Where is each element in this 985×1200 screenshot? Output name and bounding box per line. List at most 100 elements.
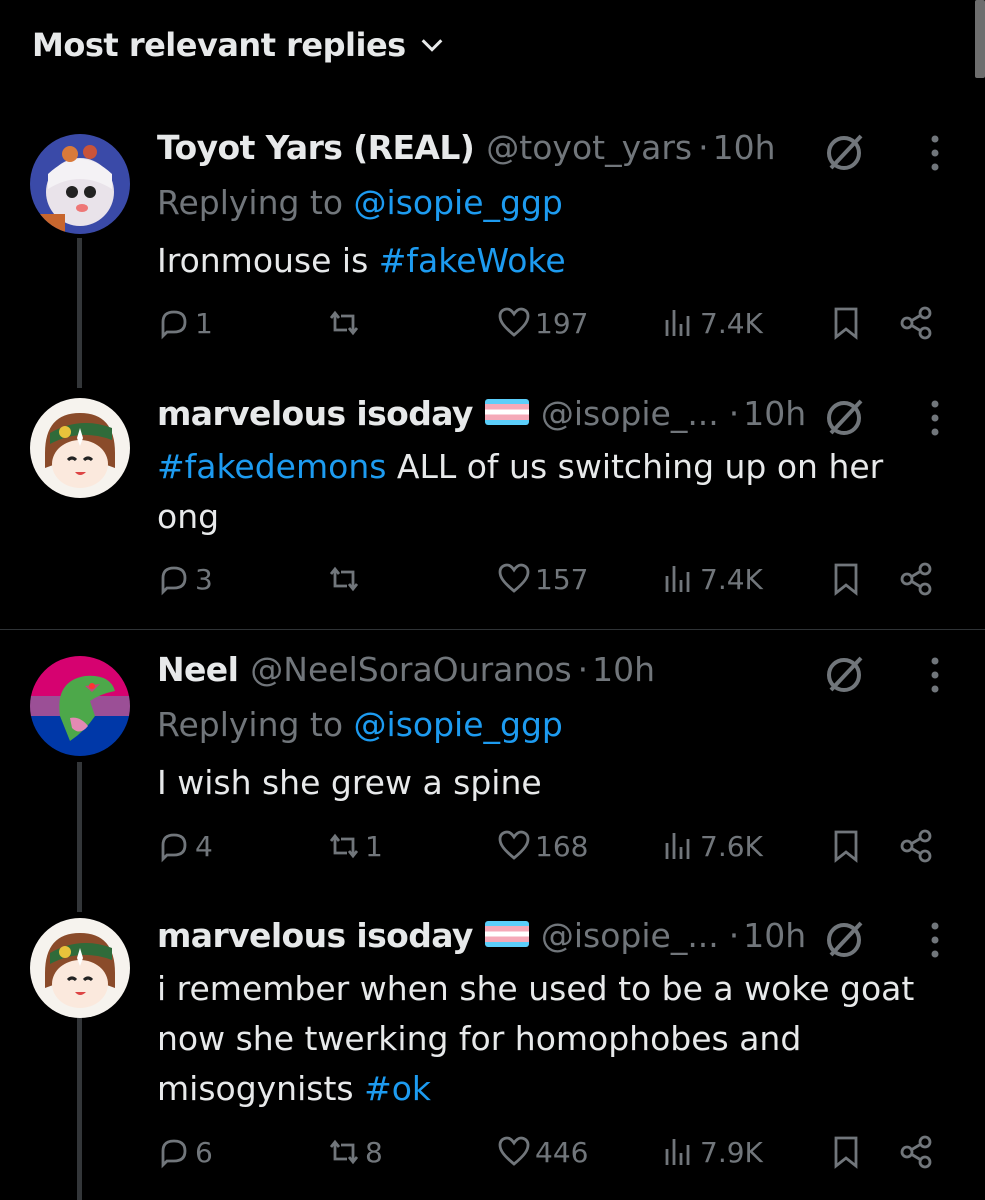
user-handle[interactable]: @NeelSoraOuranos (250, 650, 571, 689)
more-options-icon[interactable] (929, 133, 941, 173)
thread-connector (77, 762, 82, 912)
timestamp[interactable]: 10h (743, 394, 806, 433)
grok-icon[interactable] (823, 652, 867, 696)
share-button[interactable] (899, 562, 933, 596)
reply-button[interactable]: 1 (157, 306, 213, 340)
reply-count: 6 (195, 1135, 213, 1169)
more-options-icon[interactable] (929, 920, 941, 960)
view-count: 7.4K (700, 306, 763, 340)
heart-icon (498, 307, 530, 337)
separator-dot: · (728, 916, 740, 955)
hashtag-link[interactable]: #ok (364, 1069, 431, 1108)
hashtag-link[interactable]: #fakedemons (157, 447, 386, 486)
display-name[interactable]: marvelous isoday (157, 394, 473, 433)
views-button[interactable]: 7.4K (662, 306, 763, 340)
views-button[interactable]: 7.9K (662, 1135, 763, 1169)
views-chart-icon (665, 566, 690, 592)
repost-count: 1 (365, 829, 383, 863)
repost-button[interactable] (327, 562, 365, 596)
user-handle[interactable]: @isopie_... (541, 394, 719, 433)
sort-replies-dropdown[interactable]: Most relevant replies (32, 26, 446, 64)
repost-button[interactable] (327, 306, 365, 340)
heart-icon (498, 830, 530, 860)
user-handle[interactable]: @toyot_yars (486, 128, 692, 167)
reply-text: i remember when she used to be a woke go… (157, 964, 947, 1114)
grok-icon[interactable] (823, 130, 867, 174)
replying-mention[interactable]: @isopie_ggp (354, 705, 563, 744)
display-name[interactable]: Neel (157, 650, 239, 689)
share-button[interactable] (899, 829, 933, 863)
reply-header: Toyot Yars (REAL) @toyot_yars · 10h (157, 128, 865, 167)
more-options-icon[interactable] (929, 398, 941, 438)
more-options-icon[interactable] (929, 655, 941, 695)
action-bar: 1 197 7.4K (157, 306, 947, 350)
reply-text: #fakedemons ALL of us switching up on he… (157, 442, 947, 542)
share-icon (900, 306, 932, 340)
views-chart-icon (665, 310, 690, 336)
display-name[interactable]: marvelous isoday (157, 916, 473, 955)
heart-icon (498, 563, 530, 593)
share-icon (900, 829, 932, 863)
view-count: 7.4K (700, 562, 763, 596)
bookmark-button[interactable] (829, 1135, 863, 1169)
separator-dot: · (698, 128, 709, 167)
hashtag-link[interactable]: #fakeWoke (379, 241, 566, 280)
reply-text: I wish she grew a spine (157, 758, 947, 808)
replying-prefix: Replying to (157, 183, 344, 222)
avatar[interactable] (30, 398, 130, 498)
views-button[interactable]: 7.6K (662, 829, 763, 863)
heart-icon (498, 1136, 530, 1166)
replying-to: Replying to @isopie_ggp (157, 183, 563, 222)
avatar[interactable] (30, 656, 130, 756)
views-button[interactable]: 7.4K (662, 562, 763, 596)
separator-dot: · (577, 650, 589, 689)
reply-count: 4 (195, 829, 213, 863)
like-count: 197 (535, 306, 589, 340)
reply-icon (161, 566, 187, 596)
replying-mention[interactable]: @isopie_ggp (354, 183, 563, 222)
timestamp[interactable]: 10h (743, 916, 806, 955)
action-bar: 4 1 168 7.6K (157, 829, 947, 873)
reply-icon (161, 310, 187, 340)
avatar[interactable] (30, 134, 130, 234)
timestamp[interactable]: 10h (592, 650, 655, 689)
repost-button[interactable]: 1 (327, 829, 383, 863)
grok-icon[interactable] (823, 395, 867, 439)
separator-dot: · (728, 394, 740, 433)
like-button[interactable]: 168 (497, 829, 588, 863)
repost-icon (329, 310, 359, 336)
user-handle[interactable]: @isopie_... (541, 916, 719, 955)
reply-text: Ironmouse is #fakeWoke (157, 236, 947, 286)
share-button[interactable] (899, 1135, 933, 1169)
display-name[interactable]: Toyot Yars (REAL) (157, 128, 475, 167)
share-button[interactable] (899, 306, 933, 340)
repost-icon (329, 566, 359, 592)
avatar[interactable] (30, 918, 130, 1018)
reply-icon (161, 1139, 187, 1169)
like-button[interactable]: 157 (497, 562, 588, 596)
like-button[interactable]: 446 (497, 1135, 588, 1169)
trans-flag-emoji (484, 921, 529, 947)
reply-header: marvelous isoday @isopie_... · 10h (157, 394, 865, 433)
replying-prefix: Replying to (157, 705, 344, 744)
reply-button[interactable]: 3 (157, 562, 213, 596)
repost-icon (329, 833, 359, 859)
bookmark-icon (834, 830, 858, 863)
chevron-down-icon (421, 39, 443, 52)
timestamp[interactable]: 10h (713, 128, 776, 167)
repost-button[interactable]: 8 (327, 1135, 383, 1169)
reply-text-plain: i remember when she used to be a woke go… (157, 969, 915, 1108)
share-icon (900, 1135, 932, 1169)
reply-button[interactable]: 6 (157, 1135, 213, 1169)
bookmark-button[interactable] (829, 306, 863, 340)
bookmark-button[interactable] (829, 829, 863, 863)
grok-icon[interactable] (823, 917, 867, 961)
replying-to: Replying to @isopie_ggp (157, 705, 563, 744)
reply-button[interactable]: 4 (157, 829, 213, 863)
repost-icon (329, 1139, 359, 1165)
like-button[interactable]: 197 (497, 306, 588, 340)
scrollbar[interactable] (975, 0, 985, 78)
bookmark-button[interactable] (829, 562, 863, 596)
thread-divider (0, 629, 985, 630)
view-count: 7.9K (700, 1135, 763, 1169)
